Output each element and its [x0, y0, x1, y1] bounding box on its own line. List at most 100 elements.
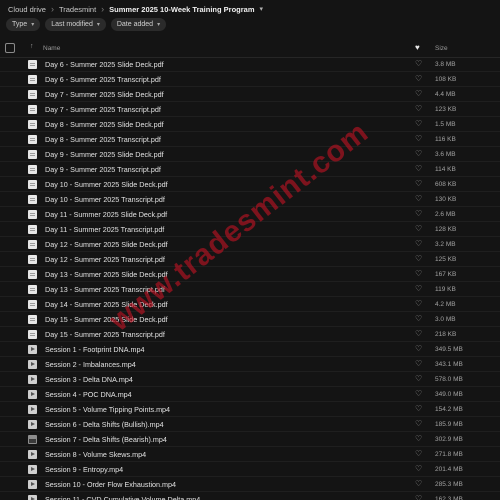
select-all-checkbox[interactable]	[5, 43, 15, 53]
favorite-heart-icon[interactable]: ♡	[415, 480, 422, 488]
favorite-heart-icon[interactable]: ♡	[415, 240, 422, 248]
favorite-heart-icon[interactable]: ♡	[415, 450, 422, 458]
chevron-down-icon[interactable]: ▾	[260, 5, 264, 13]
file-size: 201.4 MB	[435, 466, 463, 473]
file-name: Session 2 - Imbalances.mp4	[45, 360, 136, 369]
favorite-heart-icon[interactable]: ♡	[415, 375, 422, 383]
table-row[interactable]: Day 12 - Summer 2025 Slide Deck.pdf ♡ 3.2 …	[0, 237, 500, 252]
favorite-heart-icon[interactable]: ♡	[415, 300, 422, 308]
breadcrumb-tradesmint[interactable]: Tradesmint	[59, 5, 96, 14]
favorite-heart-icon[interactable]: ♡	[415, 330, 422, 338]
favorite-heart-icon[interactable]: ♡	[415, 195, 422, 203]
favorite-heart-icon[interactable]: ♡	[415, 345, 422, 353]
favorite-heart-icon[interactable]: ♡	[415, 210, 422, 218]
table-row[interactable]: Day 10 - Summer 2025 Slide Deck.pdf ♡ 608 …	[0, 177, 500, 192]
table-row[interactable]: Day 6 - Summer 2025 Slide Deck.pdf ♡ 3.8 M…	[0, 58, 500, 72]
favorite-heart-icon[interactable]: ♡	[415, 135, 422, 143]
column-name-header[interactable]: Name	[43, 45, 60, 52]
file-size: 271.8 MB	[435, 451, 463, 458]
file-size: 116 KB	[435, 136, 456, 143]
favorite-heart-icon[interactable]: ♡	[415, 435, 422, 443]
table-row[interactable]: Day 14 - Summer 2025 Slide Deck.pdf ♡ 4.2 …	[0, 297, 500, 312]
filter-last-modified[interactable]: Last modified ▾	[45, 18, 106, 31]
favorite-heart-icon[interactable]: ♡	[415, 465, 422, 473]
pdf-file-icon	[28, 210, 37, 219]
breadcrumb-current-folder[interactable]: Summer 2025 10-Week Training Program	[109, 5, 254, 14]
favorite-heart-icon[interactable]: ♡	[415, 495, 422, 500]
favorite-heart-icon[interactable]: ♡	[415, 285, 422, 293]
video-file-icon	[28, 360, 37, 369]
favorite-heart-icon[interactable]: ♡	[415, 390, 422, 398]
file-name: Session 5 - Volume Tipping Points.mp4	[45, 405, 171, 414]
table-row[interactable]: Day 7 - Summer 2025 Transcript.pdf ♡ 123 K…	[0, 102, 500, 117]
favorite-heart-icon[interactable]: ♡	[415, 60, 422, 68]
favorite-heart-icon[interactable]: ♡	[415, 150, 422, 158]
table-row[interactable]: Session 9 - Entropy.mp4 ♡ 201.4 MB	[0, 462, 500, 477]
file-name: Day 9 - Summer 2025 Slide Deck.pdf	[45, 150, 164, 159]
file-size: 285.3 MB	[435, 481, 463, 488]
pdf-file-icon	[28, 90, 37, 99]
file-name: Day 14 - Summer 2025 Slide Deck.pdf	[45, 300, 168, 309]
favorite-heart-icon[interactable]: ♡	[415, 105, 422, 113]
file-name: Day 10 - Summer 2025 Transcript.pdf	[45, 195, 165, 204]
file-name: Day 15 - Summer 2025 Slide Deck.pdf	[45, 315, 168, 324]
file-name: Session 7 - Delta Shifts (Bearish).mp4	[45, 435, 167, 444]
table-row[interactable]: Session 4 - POC DNA.mp4 ♡ 349.0 MB	[0, 387, 500, 402]
file-size: 119 KB	[435, 286, 456, 293]
favorite-heart-icon[interactable]: ♡	[415, 270, 422, 278]
favorite-heart-icon[interactable]: ♡	[415, 420, 422, 428]
pdf-file-icon	[28, 300, 37, 309]
filter-type[interactable]: Type ▾	[6, 18, 41, 31]
table-row[interactable]: Session 7 - Delta Shifts (Bearish).mp4 ♡ 3…	[0, 432, 500, 447]
table-row[interactable]: Session 3 - Delta DNA.mp4 ♡ 578.0 MB	[0, 372, 500, 387]
pdf-file-icon	[28, 240, 37, 249]
table-row[interactable]: Session 10 - Order Flow Exhaustion.mp4 ♡ 2…	[0, 477, 500, 492]
file-size: 1.5 MB	[435, 121, 456, 128]
table-row[interactable]: Day 6 - Summer 2025 Transcript.pdf ♡ 108 K…	[0, 72, 500, 87]
favorite-heart-icon[interactable]: ♡	[415, 120, 422, 128]
column-size-header[interactable]: Size	[435, 45, 448, 52]
favorite-heart-icon[interactable]: ♡	[415, 405, 422, 413]
heart-icon[interactable]: ♥	[415, 44, 420, 52]
breadcrumb-cloud-drive[interactable]: Cloud drive	[8, 5, 46, 14]
table-row[interactable]: Day 13 - Summer 2025 Slide Deck.pdf ♡ 167 …	[0, 267, 500, 282]
table-row[interactable]: Day 15 - Summer 2025 Slide Deck.pdf ♡ 3.0 …	[0, 312, 500, 327]
table-row[interactable]: Session 5 - Volume Tipping Points.mp4 ♡ 15…	[0, 402, 500, 417]
table-row[interactable]: Day 15 - Summer 2025 Transcript.pdf ♡ 218 …	[0, 327, 500, 342]
sort-arrow-up-icon[interactable]: ↑	[30, 43, 34, 50]
filter-date-added[interactable]: Date added ▾	[110, 18, 167, 31]
video-file-icon	[28, 390, 37, 399]
table-row[interactable]: Day 13 - Summer 2025 Transcript.pdf ♡ 119 …	[0, 282, 500, 297]
table-row[interactable]: Day 9 - Summer 2025 Transcript.pdf ♡ 114 K…	[0, 162, 500, 177]
favorite-heart-icon[interactable]: ♡	[415, 180, 422, 188]
table-row[interactable]: Session 6 - Delta Shifts (Bullish).mp4 ♡ 1…	[0, 417, 500, 432]
file-name: Day 6 - Summer 2025 Slide Deck.pdf	[45, 60, 164, 69]
favorite-heart-icon[interactable]: ♡	[415, 75, 422, 83]
table-row[interactable]: Day 9 - Summer 2025 Slide Deck.pdf ♡ 3.6 M…	[0, 147, 500, 162]
favorite-heart-icon[interactable]: ♡	[415, 255, 422, 263]
pdf-file-icon	[28, 105, 37, 114]
video-file-icon	[28, 420, 37, 429]
table-row[interactable]: Day 8 - Summer 2025 Slide Deck.pdf ♡ 1.5 M…	[0, 117, 500, 132]
file-size: 154.2 MB	[435, 406, 463, 413]
pdf-file-icon	[28, 120, 37, 129]
table-row[interactable]: Day 12 - Summer 2025 Transcript.pdf ♡ 125 …	[0, 252, 500, 267]
table-row[interactable]: Session 1 - Footprint DNA.mp4 ♡ 349.5 MB	[0, 342, 500, 357]
file-list: Day 6 - Summer 2025 Slide Deck.pdf ♡ 3.8 M…	[0, 58, 500, 500]
favorite-heart-icon[interactable]: ♡	[415, 165, 422, 173]
file-size: 162.3 MB	[435, 496, 463, 500]
favorite-heart-icon[interactable]: ♡	[415, 315, 422, 323]
video-file-icon	[28, 465, 37, 474]
table-row[interactable]: Session 2 - Imbalances.mp4 ♡ 343.1 MB	[0, 357, 500, 372]
table-row[interactable]: Day 11 - Summer 2025 Slide Deck.pdf ♡ 2.6 …	[0, 207, 500, 222]
table-row[interactable]: Day 7 - Summer 2025 Slide Deck.pdf ♡ 4.4 M…	[0, 87, 500, 102]
favorite-heart-icon[interactable]: ♡	[415, 360, 422, 368]
table-row[interactable]: Day 8 - Summer 2025 Transcript.pdf ♡ 116 K…	[0, 132, 500, 147]
file-name: Day 13 - Summer 2025 Slide Deck.pdf	[45, 270, 168, 279]
table-row[interactable]: Session 11 - CVD Cumulative Volume Delta…	[0, 492, 500, 500]
table-row[interactable]: Day 10 - Summer 2025 Transcript.pdf ♡ 130 …	[0, 192, 500, 207]
favorite-heart-icon[interactable]: ♡	[415, 225, 422, 233]
table-row[interactable]: Day 11 - Summer 2025 Transcript.pdf ♡ 128 …	[0, 222, 500, 237]
favorite-heart-icon[interactable]: ♡	[415, 90, 422, 98]
table-row[interactable]: Session 8 - Volume Skews.mp4 ♡ 271.8 MB	[0, 447, 500, 462]
